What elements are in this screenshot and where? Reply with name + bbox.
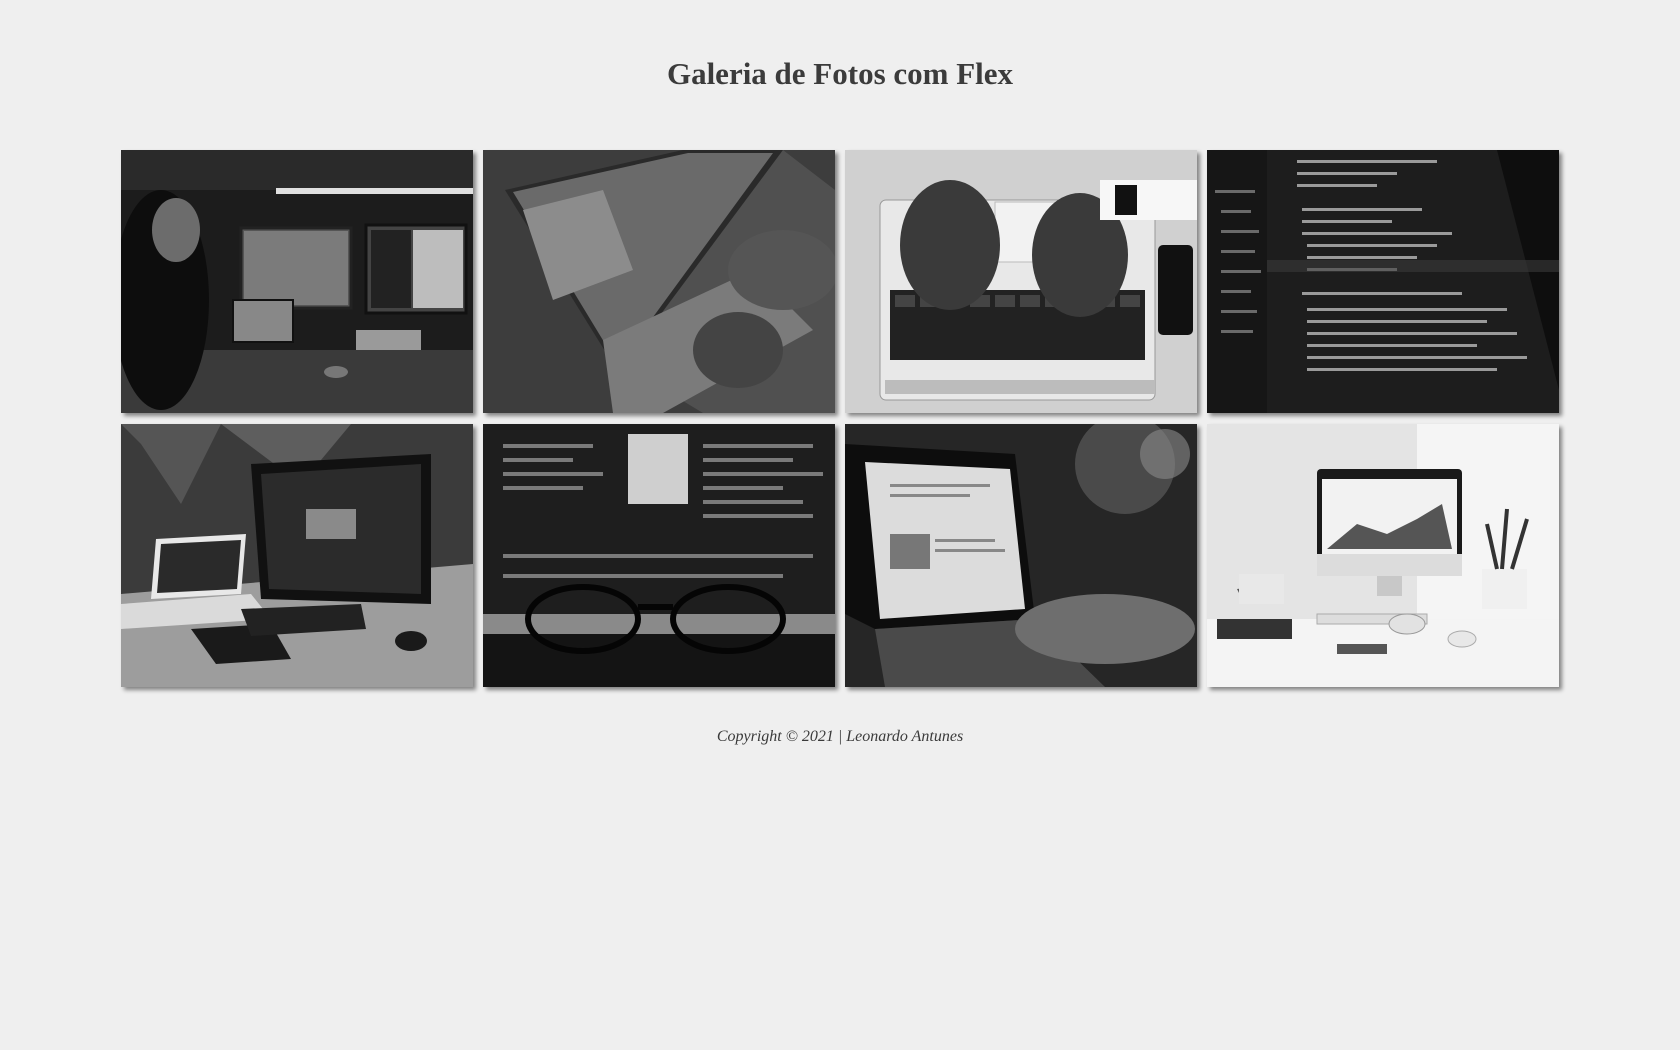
gallery-photo[interactable] (121, 424, 473, 687)
photo-laptop-typing (483, 150, 835, 413)
photo-glasses-editor (483, 424, 835, 687)
photo-laptop-blog (845, 424, 1197, 687)
gallery-photo[interactable] (121, 150, 473, 413)
copyright-footer: Copyright © 2021 | Leonardo Antunes (716, 728, 964, 745)
photo-monitor-open-sign (121, 424, 473, 687)
gallery-photo[interactable] (1207, 150, 1559, 413)
gallery-photo[interactable] (845, 424, 1197, 687)
photo-gallery (121, 150, 1561, 687)
photo-person-desk-monitors (121, 150, 473, 413)
photo-laptop-top-view (845, 150, 1197, 413)
gallery-photo[interactable] (483, 150, 835, 413)
photo-code-editor (1207, 150, 1559, 413)
photo-desktop-white-desk (1207, 424, 1559, 687)
page-title: Galeria de Fotos com Flex (666, 56, 1014, 91)
gallery-photo[interactable] (483, 424, 835, 687)
gallery-photo[interactable] (845, 150, 1197, 413)
gallery-photo[interactable] (1207, 424, 1559, 687)
